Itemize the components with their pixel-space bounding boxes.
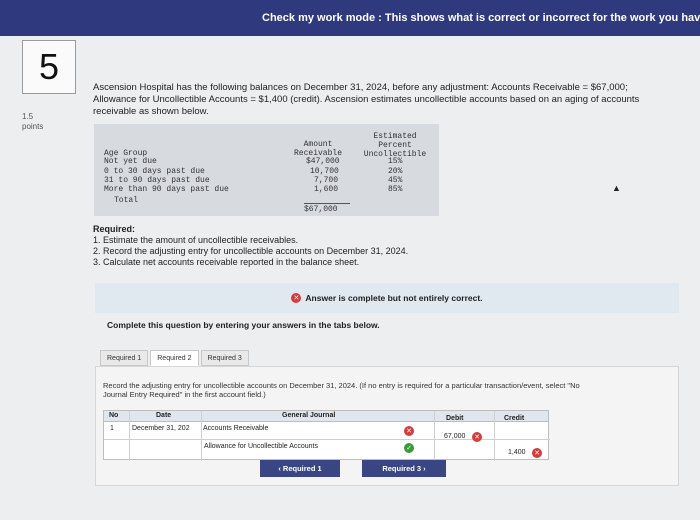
- total-label: Total: [114, 196, 139, 205]
- required-item: 1. Estimate the amount of uncollectible …: [93, 235, 299, 245]
- age-row-label: 0 to 30 days past due: [104, 167, 205, 176]
- instructions-text: Complete this question by entering your …: [107, 320, 380, 330]
- divider: [494, 411, 495, 461]
- points-label: points: [22, 122, 44, 131]
- divider: [104, 439, 550, 440]
- required-section: Required: 1. Estimate the amount of unco…: [93, 224, 408, 268]
- mode-banner: Check my work mode : This shows what is …: [0, 0, 700, 36]
- points-value: 1.5: [22, 112, 34, 121]
- col-credit-header: Credit: [504, 415, 525, 422]
- required-item: 2. Record the adjusting entry for uncoll…: [93, 246, 409, 256]
- age-row-amount: 7,700: [314, 176, 339, 185]
- total-rule: [304, 203, 350, 204]
- mode-banner-text: Check my work mode : This shows what is …: [262, 12, 700, 24]
- mouse-cursor-icon: ▲: [612, 183, 621, 193]
- answer-status-banner: ✕ Answer is complete but not entirely co…: [95, 283, 679, 313]
- incorrect-icon: ✕: [532, 448, 542, 458]
- amount-header-line1: Amount: [303, 140, 333, 149]
- answer-status-text: Answer is complete but not entirely corr…: [305, 293, 483, 303]
- estimated-header: Estimated Percent Uncollectible: [360, 132, 430, 159]
- required-tabs: Required 1 Required 2 Required 3: [100, 350, 251, 366]
- age-row-label: More than 90 days past due: [104, 185, 229, 194]
- row-credit-field[interactable]: 1,400: [508, 449, 526, 456]
- total-amount: $67,000: [304, 205, 338, 214]
- estimated-header-line2: Percent: [378, 141, 412, 150]
- required-title: Required:: [93, 224, 136, 234]
- next-tab-label: Required 3: [382, 464, 422, 473]
- amount-header: Amount Receivable: [290, 140, 346, 158]
- age-row-label: 31 to 90 days past due: [104, 176, 210, 185]
- row-account-field[interactable]: Allowance for Uncollectible Accounts: [204, 443, 318, 450]
- col-no-header: No: [109, 412, 119, 419]
- incorrect-icon: ✕: [404, 426, 414, 436]
- row-date-field[interactable]: December 31, 202: [132, 425, 190, 432]
- age-row-amount: $47,000: [306, 157, 340, 166]
- question-intro: Ascension Hospital has the following bal…: [93, 82, 640, 117]
- divider: [201, 411, 202, 461]
- journal-entry-table: No Date General Journal Debit Credit 1 D…: [103, 410, 550, 461]
- incorrect-icon: ✕: [291, 293, 302, 303]
- estimated-header-line1: Estimated: [373, 132, 417, 141]
- age-row-amount: 1,600: [314, 185, 339, 194]
- age-row-label: Not yet due: [104, 157, 157, 166]
- age-row-percent: 85%: [388, 185, 403, 194]
- col-journal-header: General Journal: [282, 412, 336, 419]
- tab-required-2[interactable]: Required 2: [150, 350, 199, 366]
- row-no: 1: [110, 425, 114, 432]
- age-row-percent: 45%: [388, 176, 403, 185]
- age-row-percent: 15%: [388, 157, 403, 166]
- prev-tab-label: Required 1: [282, 464, 322, 473]
- tab-required-3[interactable]: Required 3: [200, 350, 249, 366]
- chevron-right-icon: ›: [421, 464, 426, 473]
- check-icon: ✓: [404, 443, 414, 453]
- age-row-percent: 20%: [388, 167, 403, 176]
- tab-required-1[interactable]: Required 1: [100, 350, 149, 366]
- next-tab-button[interactable]: Required 3 ›: [362, 460, 446, 477]
- prev-tab-button[interactable]: ‹ Required 1: [260, 460, 340, 477]
- record-instructions: Record the adjusting entry for uncollect…: [103, 381, 580, 399]
- divider: [434, 411, 435, 461]
- divider: [129, 411, 130, 461]
- incorrect-icon: ✕: [472, 432, 482, 442]
- col-debit-header: Debit: [446, 415, 464, 422]
- question-number: 5: [22, 40, 76, 94]
- question-points: 1.5 points: [22, 112, 43, 132]
- col-date-header: Date: [156, 412, 172, 419]
- row-debit-field[interactable]: 67,000: [444, 433, 465, 440]
- age-row-amount: 10,700: [310, 167, 339, 176]
- row-account-field[interactable]: Accounts Receivable: [203, 425, 268, 432]
- required-item: 3. Calculate net accounts receivable rep…: [93, 257, 360, 267]
- aging-table: Amount Receivable Estimated Percent Unco…: [94, 124, 439, 216]
